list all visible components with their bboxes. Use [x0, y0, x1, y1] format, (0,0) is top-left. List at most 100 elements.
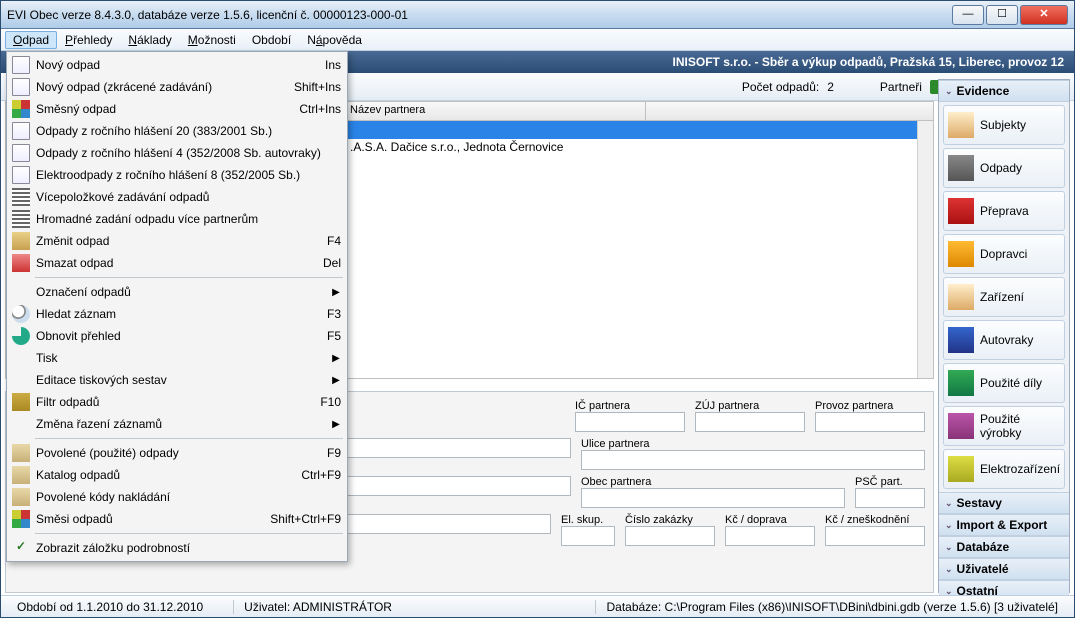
input-zakazka[interactable]	[625, 526, 715, 546]
i-cat-icon	[12, 488, 30, 506]
menu-možnosti[interactable]: Možnosti	[180, 31, 244, 49]
input-znesk[interactable]	[825, 526, 925, 546]
menu-item[interactable]: Změna řazení záznamů▶	[9, 413, 345, 435]
input-ic[interactable]	[575, 412, 685, 432]
menu-item[interactable]: Odpady z ročního hlášení 20 (383/2001 Sb…	[9, 120, 345, 142]
menu-item-label: Hledat záznam	[36, 307, 321, 321]
sp-icon	[948, 456, 974, 482]
input-psc[interactable]	[855, 488, 925, 508]
input-elskup[interactable]	[561, 526, 615, 546]
sp-icon	[948, 112, 974, 138]
i-edit-icon	[12, 232, 30, 250]
menu-item-label: Změna řazení záznamů	[36, 417, 325, 431]
menu-item-label: Směsi odpadů	[36, 512, 264, 526]
sp-btn-label: Zařízení	[980, 290, 1024, 304]
menu-item[interactable]: Elektroodpady z ročního hlášení 8 (352/2…	[9, 164, 345, 186]
sp-btn-subjekty[interactable]: Subjekty	[943, 105, 1065, 145]
menu-item[interactable]: Editace tiskových sestav▶	[9, 369, 345, 391]
menu-item[interactable]: Nový odpad (zkrácené zadávání)Shift+Ins	[9, 76, 345, 98]
menu-item-label: Odpady z ročního hlášení 20 (383/2001 Sb…	[36, 124, 341, 138]
vertical-scrollbar[interactable]	[917, 121, 933, 378]
menu-item-label: Obnovit přehled	[36, 329, 321, 343]
sp-btn-odpady[interactable]: Odpady	[943, 148, 1065, 188]
menu-item[interactable]: Vícepoložkové zadávání odpadů	[9, 186, 345, 208]
menu-přehledy[interactable]: Přehledy	[57, 31, 120, 49]
menu-item[interactable]: Povolené (použité) odpadyF9	[9, 442, 345, 464]
input-obec[interactable]	[581, 488, 845, 508]
menu-item[interactable]: Hromadné zadání odpadu více partnerům	[9, 208, 345, 230]
sp-btn-za-zen-[interactable]: Zařízení	[943, 277, 1065, 317]
menu-item-label: Editace tiskových sestav	[36, 373, 325, 387]
i-list-icon	[12, 210, 30, 228]
sp-btn-label: Přeprava	[980, 204, 1029, 218]
input-zuj[interactable]	[695, 412, 805, 432]
main-window: EVI Obec verze 8.4.3.0, databáze verze 1…	[0, 0, 1075, 618]
menu-item[interactable]: Hledat záznamF3	[9, 303, 345, 325]
sp-btn-p-eprava[interactable]: Přeprava	[943, 191, 1065, 231]
status-db: Databáze: C:\Program Files (x86)\INISOFT…	[595, 600, 1068, 614]
sp-btn-elektroza-zen-[interactable]: Elektrozařízení	[943, 449, 1065, 489]
menu-náklady[interactable]: Náklady	[120, 31, 179, 49]
maximize-button[interactable]: ☐	[986, 5, 1018, 25]
col-header[interactable]: Název partnera	[346, 102, 646, 120]
input-ulice[interactable]	[581, 450, 925, 470]
cell: .A.S.A. Dačice s.r.o., Jednota Černovice	[346, 139, 646, 157]
blank-icon	[12, 415, 30, 433]
i-doc-icon	[12, 56, 30, 74]
menu-item[interactable]: ✓Zobrazit záložku podrobností	[9, 537, 345, 559]
menu-item[interactable]: Označení odpadů▶	[9, 281, 345, 303]
menu-item-label: Změnit odpad	[36, 234, 321, 248]
menu-item[interactable]: Povolené kódy nakládání	[9, 486, 345, 508]
menu-item[interactable]: Obnovit přehledF5	[9, 325, 345, 347]
menu-odpad[interactable]: Odpad	[5, 31, 57, 49]
menu-shortcut: Shift+Ctrl+F9	[270, 512, 341, 526]
sp-section[interactable]: ⌄Sestavy	[939, 492, 1069, 514]
sp-section[interactable]: ⌄Uživatelé	[939, 558, 1069, 580]
sp-btn-pou-it-d-ly[interactable]: Použité díly	[943, 363, 1065, 403]
menu-item[interactable]: Odpady z ročního hlášení 4 (352/2008 Sb.…	[9, 142, 345, 164]
sp-icon	[948, 327, 974, 353]
menu-item[interactable]: Filtr odpadůF10	[9, 391, 345, 413]
menu-nápověda[interactable]: Nápověda	[299, 31, 370, 49]
sp-section[interactable]: ⌄Databáze	[939, 536, 1069, 558]
sp-section-evidence[interactable]: ⌄Evidence	[939, 80, 1069, 102]
label-ulice: Ulice partnera	[581, 438, 925, 450]
menu-item[interactable]: Smazat odpadDel	[9, 252, 345, 274]
minimize-button[interactable]: —	[952, 5, 984, 25]
menu-item-label: Odpady z ročního hlášení 4 (352/2008 Sb.…	[36, 146, 341, 160]
menu-item[interactable]: Změnit odpadF4	[9, 230, 345, 252]
i-doc-icon	[12, 166, 30, 184]
sp-section[interactable]: ⌄Import & Export	[939, 514, 1069, 536]
menu-item-label: Vícepoložkové zadávání odpadů	[36, 190, 341, 204]
menu-item-label: Smazat odpad	[36, 256, 317, 270]
menu-item-label: Povolené kódy nakládání	[36, 490, 341, 504]
label-provoz: Provoz partnera	[815, 400, 925, 412]
partners-label: Partneři	[880, 80, 922, 94]
menu-item[interactable]: Tisk▶	[9, 347, 345, 369]
menu-item[interactable]: Směsný odpadCtrl+Ins	[9, 98, 345, 120]
label-ic: IČ partnera	[575, 400, 685, 412]
i-doc-icon	[12, 122, 30, 140]
input-doprava[interactable]	[725, 526, 815, 546]
menu-shortcut: Ctrl+F9	[301, 468, 341, 482]
sp-btn-label: Použité díly	[980, 376, 1042, 390]
i-filter-icon	[12, 393, 30, 411]
sp-btn-autovraky[interactable]: Autovraky	[943, 320, 1065, 360]
titlebar: EVI Obec verze 8.4.3.0, databáze verze 1…	[1, 1, 1074, 29]
close-button[interactable]: ✕	[1020, 5, 1068, 25]
i-doc-icon	[12, 144, 30, 162]
i-mix-icon	[12, 510, 30, 528]
menu-item[interactable]: Katalog odpadů Ctrl+F9	[9, 464, 345, 486]
sp-btn-dopravci[interactable]: Dopravci	[943, 234, 1065, 274]
i-del-icon	[12, 254, 30, 272]
menu-item[interactable]: Směsi odpadů Shift+Ctrl+F9	[9, 508, 345, 530]
menu-období[interactable]: Období	[244, 31, 299, 49]
sp-icon	[948, 241, 974, 267]
blank-icon	[12, 349, 30, 367]
menu-item-label: Katalog odpadů	[36, 468, 295, 482]
menu-item[interactable]: Nový odpadIns	[9, 54, 345, 76]
sp-btn-pou-it-v-robky[interactable]: Použité výrobky	[943, 406, 1065, 446]
input-provoz[interactable]	[815, 412, 925, 432]
status-user: Uživatel: ADMINISTRÁTOR	[233, 600, 402, 614]
label-obec: Obec partnera	[581, 476, 845, 488]
